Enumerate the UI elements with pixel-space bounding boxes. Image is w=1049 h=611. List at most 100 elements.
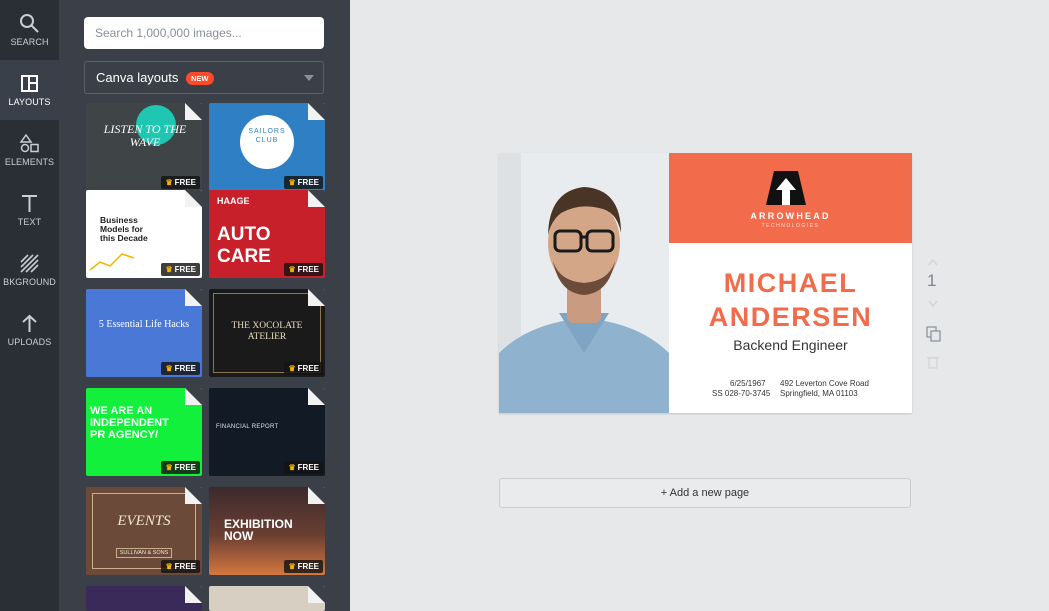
layout-type-dropdown[interactable]: Canva layouts NEW bbox=[84, 61, 324, 94]
nav-text-label: TEXT bbox=[17, 217, 42, 227]
move-page-down-icon[interactable] bbox=[928, 300, 938, 308]
free-badge: ♛ FREE bbox=[161, 263, 200, 276]
company-name: ARROWHEAD bbox=[750, 211, 831, 221]
page-number: 1 bbox=[927, 271, 937, 290]
layout-type-label: Canva layouts bbox=[96, 70, 179, 85]
template-life-hacks[interactable]: 5 Essential Life Hacks ♛ FREE bbox=[86, 289, 202, 377]
template-title: THE XOCOLATE ATELIER bbox=[231, 321, 303, 342]
template-sailors-club[interactable]: SAILORS CLUB ♛ FREE bbox=[209, 103, 325, 191]
free-badge: ♛ FREE bbox=[161, 176, 200, 189]
address-line-2: Springfield, MA 01103 bbox=[780, 389, 858, 398]
nav-text[interactable]: TEXT bbox=[0, 180, 59, 240]
person-illustration bbox=[499, 153, 669, 413]
template-fold bbox=[308, 487, 325, 504]
free-badge: ♛ FREE bbox=[161, 362, 200, 375]
nav-elements-label: ELEMENTS bbox=[4, 157, 55, 167]
left-nav-rail: SEARCH LAYOUTS ELEMENTS TEXT BKGROUND UP… bbox=[0, 0, 59, 611]
template-auto-care[interactable]: HAAGE AUTO CARE ♛ FREE bbox=[209, 190, 325, 278]
nav-background[interactable]: BKGROUND bbox=[0, 240, 59, 300]
nav-search-label: SEARCH bbox=[10, 37, 49, 47]
template-title: AUTO CARE bbox=[217, 224, 271, 267]
template-fold bbox=[185, 103, 202, 120]
template-title: WE ARE AN INDEPENDENT PR AGENCY/ bbox=[90, 405, 169, 441]
nav-search[interactable]: SEARCH bbox=[0, 0, 59, 60]
free-label: FREE bbox=[174, 463, 196, 472]
free-label: FREE bbox=[297, 463, 319, 472]
template-pr-agency[interactable]: WE ARE AN INDEPENDENT PR AGENCY/ ♛ FREE bbox=[86, 388, 202, 476]
nav-uploads[interactable]: UPLOADS bbox=[0, 300, 59, 360]
free-label: FREE bbox=[174, 178, 196, 187]
layouts-icon bbox=[21, 75, 38, 92]
crown-icon: ♛ bbox=[288, 178, 296, 187]
add-page-button[interactable]: + Add a new page bbox=[499, 478, 911, 508]
template-fold bbox=[308, 586, 325, 603]
crown-icon: ♛ bbox=[165, 562, 173, 571]
template-fold bbox=[185, 289, 202, 306]
layouts-panel: Canva layouts NEW LISTEN TO THE WAVE ♛FR… bbox=[59, 0, 350, 611]
crown-icon: ♛ bbox=[165, 178, 173, 187]
free-label: FREE bbox=[297, 364, 319, 373]
free-badge: ♛ FREE bbox=[284, 560, 323, 573]
template-title: EVENTS bbox=[117, 513, 171, 529]
template-title: FINANCIAL REPORT bbox=[216, 424, 279, 430]
free-badge: ♛ FREE bbox=[284, 176, 323, 189]
template-exhibition-now[interactable]: EXHIBITION NOW ♛ FREE bbox=[209, 487, 325, 575]
free-label: FREE bbox=[297, 562, 319, 571]
crown-icon: ♛ bbox=[288, 562, 296, 571]
template-subtitle: SULLIVAN & SONS bbox=[116, 548, 172, 558]
free-badge: ♛ FREE bbox=[161, 560, 200, 573]
crown-icon: ♛ bbox=[165, 364, 173, 373]
template-title: 5 Essential Life Hacks bbox=[98, 319, 190, 330]
company-tagline: TECHNOLOGIES bbox=[761, 223, 820, 229]
crown-icon: ♛ bbox=[288, 463, 296, 472]
nav-background-label: BKGROUND bbox=[3, 277, 56, 287]
template-xocolate-atelier[interactable]: THE XOCOLATE ATELIER ♛ FREE bbox=[209, 289, 325, 377]
nav-elements[interactable]: ELEMENTS bbox=[0, 120, 59, 180]
crown-icon: ♛ bbox=[165, 463, 173, 472]
trend-line-graphic bbox=[89, 253, 135, 271]
template-financial-report[interactable]: FINANCIAL REPORT ♛ FREE bbox=[209, 388, 325, 476]
company-banner: ARROWHEAD TECHNOLOGIES bbox=[669, 153, 912, 243]
template-title: EXHIBITION NOW bbox=[224, 517, 293, 543]
nav-layouts[interactable]: LAYOUTS bbox=[0, 60, 59, 120]
template-fold bbox=[308, 190, 325, 207]
template-title: Business Models for this Decade bbox=[100, 215, 148, 243]
image-search-input[interactable] bbox=[84, 17, 324, 49]
template-listen-to-the-wave[interactable]: LISTEN TO THE WAVE ♛ FREE bbox=[86, 103, 202, 191]
template-partial[interactable] bbox=[209, 586, 325, 611]
free-badge: ♛ FREE bbox=[284, 263, 323, 276]
free-label: FREE bbox=[297, 265, 319, 274]
template-subtitle: CLUB bbox=[255, 137, 279, 144]
crown-icon: ♛ bbox=[288, 265, 296, 274]
search-icon bbox=[20, 14, 39, 33]
template-fold bbox=[308, 103, 325, 120]
delete-page-icon[interactable] bbox=[927, 355, 939, 369]
template-fold bbox=[185, 388, 202, 405]
free-label: FREE bbox=[174, 562, 196, 571]
free-label: FREE bbox=[297, 178, 319, 187]
template-partial[interactable] bbox=[86, 586, 202, 611]
template-subtitle: HAAGE bbox=[217, 196, 250, 206]
nav-uploads-label: UPLOADS bbox=[7, 337, 52, 347]
template-events[interactable]: EVENTS SULLIVAN & SONS ♛ FREE bbox=[86, 487, 202, 575]
chevron-down-icon bbox=[304, 75, 314, 81]
new-badge: NEW bbox=[186, 72, 214, 85]
free-badge: ♛ FREE bbox=[284, 461, 323, 474]
template-title: SAILORS bbox=[248, 128, 286, 135]
template-fold bbox=[185, 487, 202, 504]
free-label: FREE bbox=[174, 265, 196, 274]
duplicate-page-icon[interactable] bbox=[926, 326, 941, 342]
move-page-up-icon[interactable] bbox=[928, 258, 938, 266]
free-badge: ♛ FREE bbox=[284, 362, 323, 375]
template-title: LISTEN TO THE WAVE bbox=[103, 122, 187, 149]
template-fold bbox=[185, 190, 202, 207]
template-business-models[interactable]: Business Models for this Decade ♛ FREE bbox=[86, 190, 202, 278]
last-name: ANDERSEN bbox=[708, 302, 873, 332]
background-icon bbox=[20, 254, 39, 273]
nav-layouts-label: LAYOUTS bbox=[8, 97, 51, 107]
crown-icon: ♛ bbox=[288, 364, 296, 373]
design-card[interactable]: ARROWHEAD TECHNOLOGIES MICHAEL ANDERSEN … bbox=[499, 153, 912, 413]
job-title: Backend Engineer bbox=[733, 337, 848, 353]
free-badge: ♛ FREE bbox=[161, 461, 200, 474]
text-icon bbox=[22, 195, 37, 212]
